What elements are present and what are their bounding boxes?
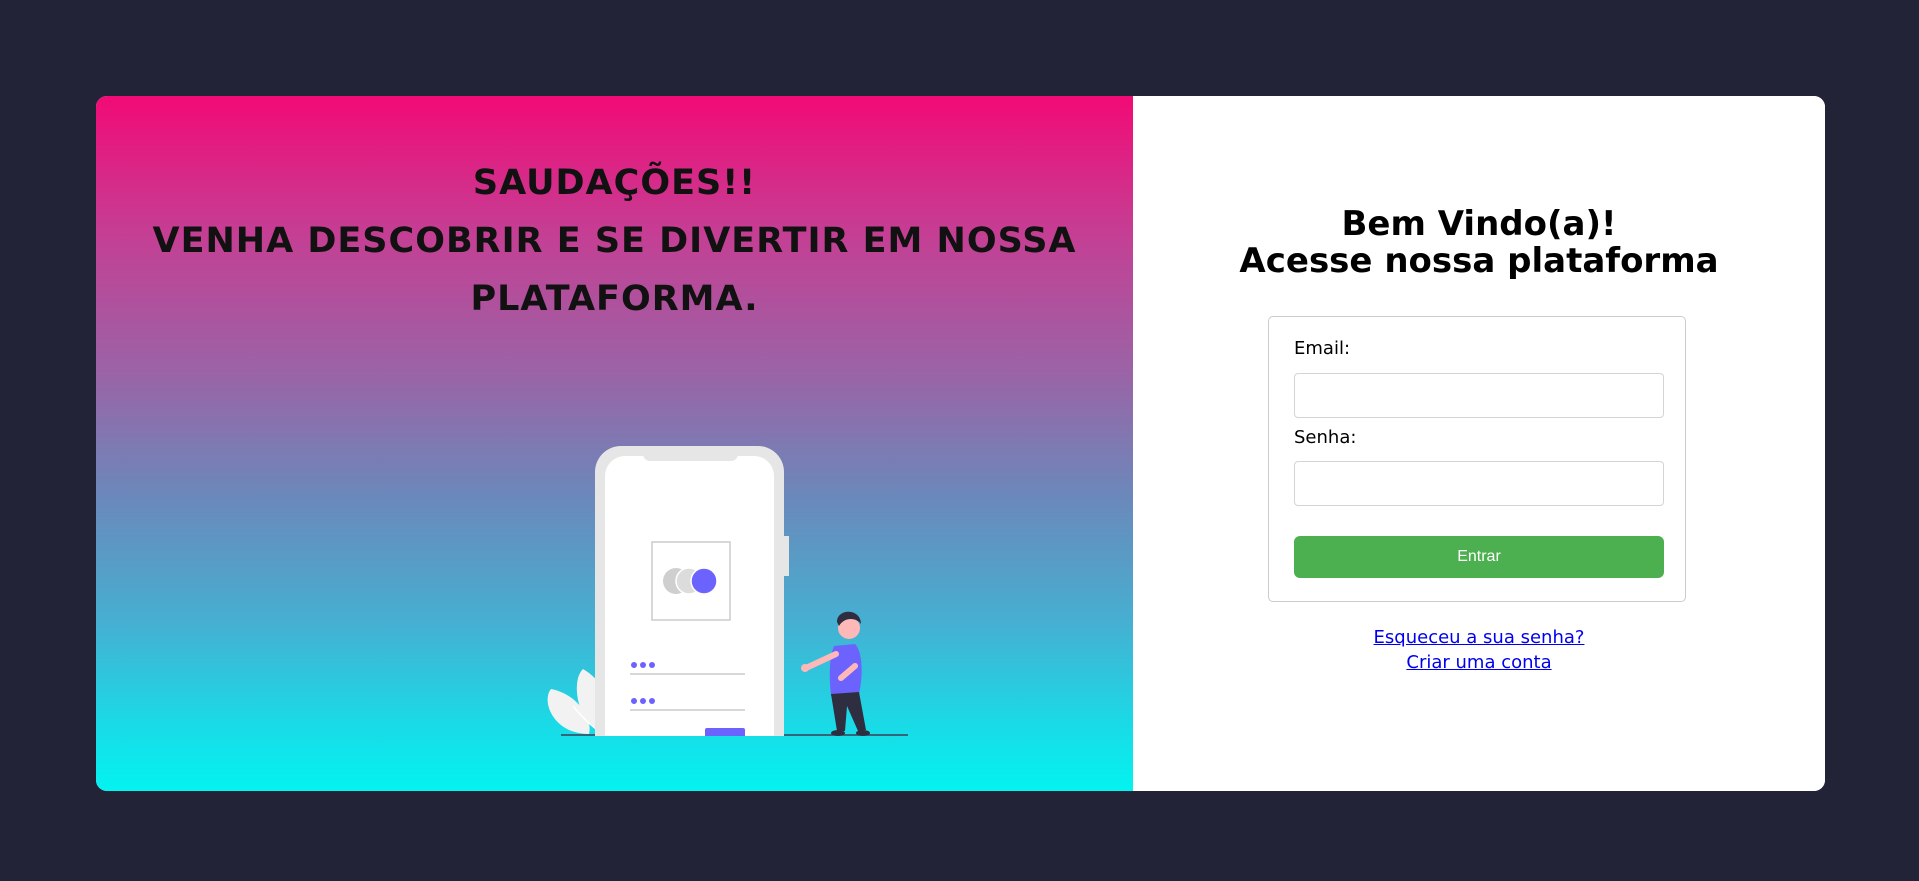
welcome-heading: Bem Vindo(a)! Acesse nossa plataforma <box>1133 206 1825 280</box>
forgot-password-link[interactable]: Esqueceu a sua senha? <box>1133 625 1825 650</box>
login-panel: Bem Vindo(a)! Acesse nossa plataforma Em… <box>1133 96 1825 791</box>
password-input[interactable] <box>1294 461 1664 506</box>
smartphone-icon <box>595 446 789 736</box>
create-account-link[interactable]: Criar uma conta <box>1133 650 1825 675</box>
welcome-line-1: Bem Vindo(a)! <box>1341 204 1617 244</box>
welcome-line-2: Acesse nossa plataforma <box>1239 241 1719 281</box>
phone-login-illustration <box>547 446 908 736</box>
greeting-heading: SAUDAÇÕES!! VENHA DESCOBRIR E SE DIVERTI… <box>96 154 1133 328</box>
email-label: Email: <box>1294 338 1351 359</box>
email-input[interactable] <box>1294 373 1664 418</box>
welcome-banner: SAUDAÇÕES!! VENHA DESCOBRIR E SE DIVERTI… <box>96 96 1133 791</box>
account-links: Esqueceu a sua senha? Criar uma conta <box>1133 625 1825 675</box>
person-icon <box>801 611 870 736</box>
greeting-line-2: VENHA DESCOBRIR E SE DIVERTIR EM NOSSA <box>152 221 1077 261</box>
login-form: Email: Senha: Entrar <box>1268 316 1686 602</box>
login-card: SAUDAÇÕES!! VENHA DESCOBRIR E SE DIVERTI… <box>96 96 1825 791</box>
greeting-line-3: PLATAFORMA. <box>470 279 759 319</box>
greeting-line-1: SAUDAÇÕES!! <box>472 163 757 203</box>
submit-button[interactable]: Entrar <box>1294 536 1664 578</box>
password-label: Senha: <box>1294 427 1357 448</box>
